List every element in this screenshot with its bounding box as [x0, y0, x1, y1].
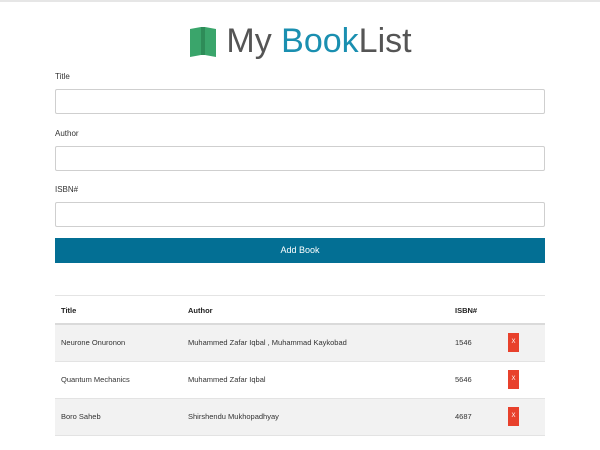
open-book-icon: [190, 27, 217, 57]
book-title-cell: Quantum Mechanics: [61, 375, 130, 384]
top-border: [0, 0, 600, 2]
isbn-input[interactable]: [55, 202, 545, 227]
table-row: Quantum Mechanics Muhammed Zafar Iqbal 5…: [55, 362, 545, 399]
app-header: My BookList: [0, 20, 600, 62]
book-author-cell: Muhammed Zafar Iqbal , Muhammad Kaykobad: [188, 338, 347, 347]
delete-book-button[interactable]: X: [508, 370, 519, 389]
book-title-cell: Boro Saheb: [61, 412, 101, 421]
column-header-author: Author: [188, 306, 213, 315]
author-label: Author: [55, 129, 79, 138]
book-author-cell: Shirshendu Mukhopadhyay: [188, 412, 279, 421]
book-table: Title Author ISBN# Neurone Onuronon Muha…: [55, 295, 545, 436]
book-isbn-cell: 4687: [455, 412, 472, 421]
column-header-isbn: ISBN#: [455, 306, 478, 315]
title-input[interactable]: [55, 89, 545, 114]
book-title-cell: Neurone Onuronon: [61, 338, 126, 347]
delete-book-button[interactable]: X: [508, 407, 519, 426]
add-book-button[interactable]: Add Book: [55, 238, 545, 263]
book-isbn-cell: 1546: [455, 338, 472, 347]
app-title: My BookList: [226, 20, 411, 62]
app-title-book: Book: [281, 22, 359, 60]
isbn-label: ISBN#: [55, 185, 79, 194]
table-row: Neurone Onuronon Muhammed Zafar Iqbal , …: [55, 325, 545, 362]
table-row: Boro Saheb Shirshendu Mukhopadhyay 4687 …: [55, 399, 545, 436]
column-header-title: Title: [61, 306, 77, 315]
table-header: Title Author ISBN#: [55, 295, 545, 325]
delete-book-button[interactable]: X: [508, 333, 519, 352]
title-label: Title: [55, 72, 70, 81]
book-author-cell: Muhammed Zafar Iqbal: [188, 375, 266, 384]
author-input[interactable]: [55, 146, 545, 171]
app-title-my: My: [226, 22, 282, 60]
app-title-list: List: [358, 22, 412, 60]
book-isbn-cell: 5646: [455, 375, 472, 384]
